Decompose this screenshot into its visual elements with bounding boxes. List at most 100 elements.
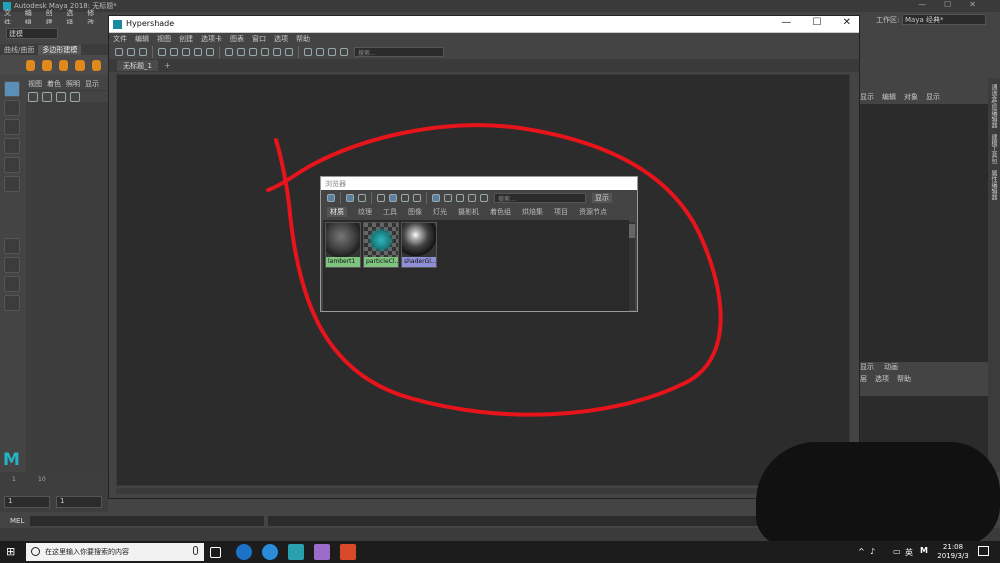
shelf-tab-polygon[interactable]: 多边形建模 bbox=[38, 44, 82, 55]
sort-icon[interactable] bbox=[432, 194, 440, 202]
viewport-menu-shading[interactable]: 着色 bbox=[47, 79, 61, 89]
full-mode-icon[interactable] bbox=[249, 48, 257, 56]
browser-tab-shading-groups[interactable]: 着色组 bbox=[490, 207, 511, 217]
hs-menu-file[interactable]: 文件 bbox=[113, 34, 127, 44]
mel-label[interactable]: MEL bbox=[10, 517, 24, 525]
browser-show-button[interactable]: 显示 bbox=[592, 193, 612, 203]
taskbar-search-box[interactable]: 在这里输入你要搜索的内容 bbox=[26, 543, 204, 561]
tray-clock[interactable]: 21:08 2019/3/3 bbox=[936, 543, 970, 561]
frame-icon[interactable] bbox=[480, 194, 488, 202]
browser-tab-materials[interactable]: 材质 bbox=[327, 207, 347, 217]
remove-selected-icon[interactable] bbox=[194, 48, 202, 56]
browser-tab-projects[interactable]: 项目 bbox=[554, 207, 568, 217]
medium-icons-icon[interactable] bbox=[401, 194, 409, 202]
app-taskbar-icon[interactable] bbox=[340, 544, 356, 560]
edge-browser-icon[interactable] bbox=[236, 544, 252, 560]
sogou-icon[interactable] bbox=[262, 544, 278, 560]
lasso-tool-icon[interactable] bbox=[4, 100, 20, 116]
task-view-icon[interactable] bbox=[210, 547, 221, 558]
viewport-menu-lighting[interactable]: 照明 bbox=[66, 79, 80, 89]
graph-tab-untitled[interactable]: 无标题_1 bbox=[117, 60, 158, 71]
channel-box-body[interactable] bbox=[860, 104, 988, 362]
tray-chevron-icon[interactable]: ^ bbox=[858, 547, 865, 556]
refresh-icon[interactable] bbox=[468, 194, 476, 202]
clear-graph-icon[interactable] bbox=[206, 48, 214, 56]
input-connections-icon[interactable] bbox=[115, 48, 123, 56]
vtab-modeling-toolkit[interactable]: 建模工具包 bbox=[989, 134, 998, 164]
layer-tab-anim[interactable]: 动画 bbox=[884, 362, 898, 372]
hs-menu-view[interactable]: 视图 bbox=[157, 34, 171, 44]
browser-vertical-scrollbar[interactable] bbox=[629, 222, 635, 310]
poly-cylinder-icon[interactable] bbox=[58, 59, 69, 71]
notification-icon[interactable] bbox=[978, 546, 989, 556]
poly-sphere-icon[interactable] bbox=[26, 59, 36, 71]
swatch-particle-cloud[interactable]: particleCl... bbox=[363, 222, 399, 268]
hs-menu-window[interactable]: 窗口 bbox=[252, 34, 266, 44]
maximize-button[interactable]: ☐ bbox=[812, 17, 821, 28]
browser-tab-lights[interactable]: 灯光 bbox=[433, 207, 447, 217]
smooth-shade-icon[interactable] bbox=[70, 91, 80, 102]
two-view-layout-icon[interactable] bbox=[4, 276, 20, 292]
hypershade-title-bar[interactable]: Hypershade — ☐ ✕ bbox=[109, 16, 859, 33]
tray-network-icon[interactable]: ▭ bbox=[893, 547, 901, 556]
move-tool-icon[interactable] bbox=[4, 138, 20, 154]
layer-menu-help[interactable]: 帮助 bbox=[897, 374, 911, 384]
wireframe-icon[interactable] bbox=[56, 91, 66, 102]
workspace-dropdown[interactable]: Maya 经典* bbox=[902, 14, 986, 25]
viewport-menu-view[interactable]: 视图 bbox=[28, 79, 42, 89]
windows-start-icon[interactable]: ⊞ bbox=[6, 546, 18, 558]
mel-input[interactable] bbox=[30, 516, 264, 526]
browser-tab-textures[interactable]: 纹理 bbox=[358, 207, 372, 217]
poly-torus-icon[interactable] bbox=[91, 59, 102, 71]
browser-search-input[interactable]: 搜索... bbox=[494, 193, 586, 203]
connected-mode-icon[interactable] bbox=[237, 48, 245, 56]
layer-menu-options[interactable]: 选项 bbox=[875, 374, 889, 384]
globe-icon[interactable] bbox=[327, 194, 335, 202]
hs-menu-create[interactable]: 创建 bbox=[179, 34, 193, 44]
close-button[interactable]: ✕ bbox=[843, 17, 851, 28]
microphone-icon[interactable] bbox=[193, 546, 198, 555]
tray-sound-icon[interactable]: ♪ bbox=[870, 547, 875, 556]
list-view-icon[interactable] bbox=[358, 194, 366, 202]
tray-language[interactable]: 英 bbox=[905, 547, 913, 558]
maya-taskbar-icon[interactable] bbox=[288, 544, 304, 560]
layer-tab-display[interactable]: 显示 bbox=[860, 362, 874, 372]
tray-ime[interactable]: M bbox=[920, 546, 928, 555]
single-view-layout-icon[interactable] bbox=[4, 238, 20, 254]
main-viewport[interactable]: 视图 着色 照明 显示 bbox=[26, 78, 108, 472]
swatch-shader-glow[interactable]: shaderGl... bbox=[401, 222, 437, 268]
scale-tool-icon[interactable] bbox=[4, 176, 20, 192]
channel-menu-object[interactable]: 对象 bbox=[904, 92, 918, 102]
render-preview-icon[interactable] bbox=[285, 48, 293, 56]
hs-menu-tabs[interactable]: 选项卡 bbox=[201, 34, 222, 44]
start-time-field[interactable]: 1 bbox=[4, 496, 50, 508]
select-tool-icon[interactable] bbox=[4, 81, 20, 97]
snap-icon[interactable] bbox=[316, 48, 324, 56]
browser-tab-images[interactable]: 图像 bbox=[408, 207, 422, 217]
channel-menu-edit[interactable]: 编辑 bbox=[882, 92, 896, 102]
channel-menu-display[interactable]: 显示 bbox=[860, 92, 874, 102]
grid-toggle-icon[interactable] bbox=[304, 48, 312, 56]
custom-mode-icon[interactable] bbox=[261, 48, 269, 56]
layer-menu-layers[interactable]: 层 bbox=[860, 374, 867, 384]
simple-mode-icon[interactable] bbox=[225, 48, 233, 56]
link-icon[interactable] bbox=[328, 48, 336, 56]
sort-type-icon[interactable] bbox=[456, 194, 464, 202]
graph-layout-icon[interactable] bbox=[170, 48, 178, 56]
hs-menu-help[interactable]: 帮助 bbox=[296, 34, 310, 44]
add-selected-icon[interactable] bbox=[182, 48, 190, 56]
poly-cube-icon[interactable] bbox=[42, 59, 52, 71]
poly-cone-icon[interactable] bbox=[75, 59, 85, 71]
vtab-channel-box[interactable]: 通道盒/层编辑器 bbox=[989, 84, 998, 128]
sort-name-icon[interactable] bbox=[444, 194, 452, 202]
viewport-canvas[interactable] bbox=[26, 102, 108, 472]
search-icon[interactable] bbox=[273, 48, 281, 56]
grid-icon[interactable] bbox=[42, 91, 52, 102]
output-connections-icon[interactable] bbox=[139, 48, 147, 56]
browser-tab-bake-sets[interactable]: 烘焙集 bbox=[522, 207, 543, 217]
frame-icon[interactable] bbox=[340, 48, 348, 56]
hs-menu-edit[interactable]: 编辑 bbox=[135, 34, 149, 44]
large-icons-icon[interactable] bbox=[413, 194, 421, 202]
hs-menu-graph[interactable]: 图表 bbox=[230, 34, 244, 44]
time-slider[interactable]: 1 10 1 1 bbox=[0, 472, 108, 512]
